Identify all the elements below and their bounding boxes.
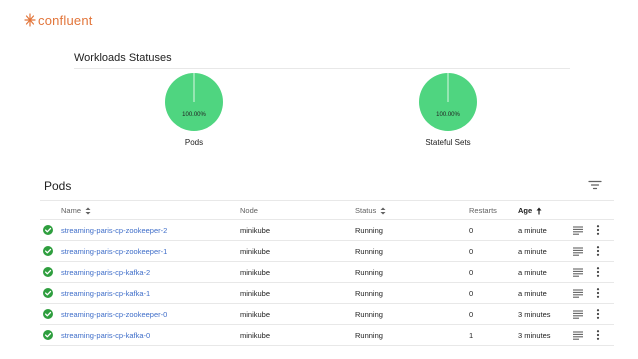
pod-name-link[interactable]: streaming-paris-cp-kafka-0 xyxy=(61,331,150,340)
check-circle-icon xyxy=(43,330,53,340)
pod-age: 3 minutes xyxy=(518,331,551,340)
pod-name-link[interactable]: streaming-paris-cp-zookeeper-2 xyxy=(61,226,167,235)
pods-pie: 100.00% xyxy=(165,73,223,131)
logs-icon[interactable] xyxy=(573,247,583,256)
pod-status: Running xyxy=(355,247,383,256)
confluent-logo-icon xyxy=(24,13,36,27)
pod-name-link[interactable]: streaming-paris-cp-zookeeper-0 xyxy=(61,310,167,319)
more-vert-icon[interactable] xyxy=(596,267,600,277)
table-row: streaming-paris-cp-zookeeper-1 minikube … xyxy=(40,241,614,262)
pod-node: minikube xyxy=(240,226,271,235)
more-vert-icon[interactable] xyxy=(596,309,600,319)
pods-chart-label: Pods xyxy=(184,138,204,147)
column-header-restarts-label: Restarts xyxy=(469,206,497,215)
pod-status: Running xyxy=(355,310,383,319)
logs-icon[interactable] xyxy=(573,226,583,235)
pods-table: Name Node Status Restarts Age streaming-… xyxy=(40,200,614,346)
column-header-restarts: Restarts xyxy=(469,206,497,215)
divider xyxy=(74,68,570,69)
pod-name-link[interactable]: streaming-paris-cp-zookeeper-1 xyxy=(61,247,167,256)
column-header-name-label: Name xyxy=(61,206,82,215)
logs-icon[interactable] xyxy=(573,268,583,277)
column-header-status[interactable]: Status xyxy=(355,206,386,215)
pod-restarts: 0 xyxy=(469,310,474,319)
pod-restarts: 0 xyxy=(469,226,474,235)
check-circle-icon xyxy=(43,309,53,319)
column-header-node: Node xyxy=(240,206,258,215)
check-circle-icon xyxy=(43,267,53,277)
column-header-age[interactable]: Age xyxy=(518,206,542,215)
more-vert-icon[interactable] xyxy=(596,330,600,340)
column-header-name[interactable]: Name xyxy=(61,206,91,215)
logs-icon[interactable] xyxy=(573,331,583,340)
more-vert-icon[interactable] xyxy=(596,246,600,256)
check-circle-icon xyxy=(43,225,53,235)
table-row: streaming-paris-cp-zookeeper-0 minikube … xyxy=(40,304,614,325)
table-header: Name Node Status Restarts Age xyxy=(40,200,614,220)
pods-status-chart: 100.00% Pods xyxy=(134,72,254,147)
stateful-sets-pie-percent-label: 100.00% xyxy=(436,112,460,118)
table-body: streaming-paris-cp-zookeeper-2 minikube … xyxy=(40,220,614,346)
pod-age: a minute xyxy=(518,247,547,256)
pod-name-link[interactable]: streaming-paris-cp-kafka-2 xyxy=(61,268,150,277)
pod-status: Running xyxy=(355,268,383,277)
sort-ascending-icon xyxy=(536,207,542,214)
check-circle-icon xyxy=(43,288,53,298)
sort-icon xyxy=(85,207,91,214)
column-header-node-label: Node xyxy=(240,206,258,215)
table-row: streaming-paris-cp-kafka-2 minikube Runn… xyxy=(40,262,614,283)
table-row: streaming-paris-cp-kafka-1 minikube Runn… xyxy=(40,283,614,304)
pods-section-title: Pods xyxy=(44,179,72,193)
pods-pie-percent-label: 100.00% xyxy=(182,112,206,118)
logs-icon[interactable] xyxy=(573,310,583,319)
check-circle-icon xyxy=(43,246,53,256)
logs-icon[interactable] xyxy=(573,289,583,298)
pod-restarts: 0 xyxy=(469,289,474,298)
pod-status: Running xyxy=(355,289,383,298)
more-vert-icon[interactable] xyxy=(596,288,600,298)
sort-icon xyxy=(380,207,386,214)
pod-restarts: 0 xyxy=(469,247,474,256)
brand-logo[interactable]: confluent xyxy=(24,10,93,30)
table-row: streaming-paris-cp-zookeeper-2 minikube … xyxy=(40,220,614,241)
column-header-age-label: Age xyxy=(518,206,533,215)
pod-age: a minute xyxy=(518,226,547,235)
table-row: streaming-paris-cp-kafka-0 minikube Runn… xyxy=(40,325,614,346)
pod-age: a minute xyxy=(518,289,547,298)
pod-node: minikube xyxy=(240,310,271,319)
brand-name: confluent xyxy=(38,12,93,28)
stateful-sets-status-chart: 100.00% Stateful Sets xyxy=(388,72,508,147)
pod-age: a minute xyxy=(518,268,547,277)
pod-status: Running xyxy=(355,226,383,235)
pod-node: minikube xyxy=(240,289,271,298)
stateful-sets-pie: 100.00% xyxy=(419,73,477,131)
pod-name-link[interactable]: streaming-paris-cp-kafka-1 xyxy=(61,289,150,298)
stateful-sets-chart-label: Stateful Sets xyxy=(425,138,471,147)
pod-restarts: 0 xyxy=(469,268,474,277)
filter-icon[interactable] xyxy=(588,180,602,190)
pod-node: minikube xyxy=(240,331,271,340)
workloads-title: Workloads Statuses xyxy=(74,52,172,64)
more-vert-icon[interactable] xyxy=(596,225,600,235)
pod-status: Running xyxy=(355,331,383,340)
pod-node: minikube xyxy=(240,247,271,256)
pod-node: minikube xyxy=(240,268,271,277)
pod-restarts: 1 xyxy=(469,331,474,340)
pod-age: 3 minutes xyxy=(518,310,551,319)
column-header-status-label: Status xyxy=(355,206,377,215)
